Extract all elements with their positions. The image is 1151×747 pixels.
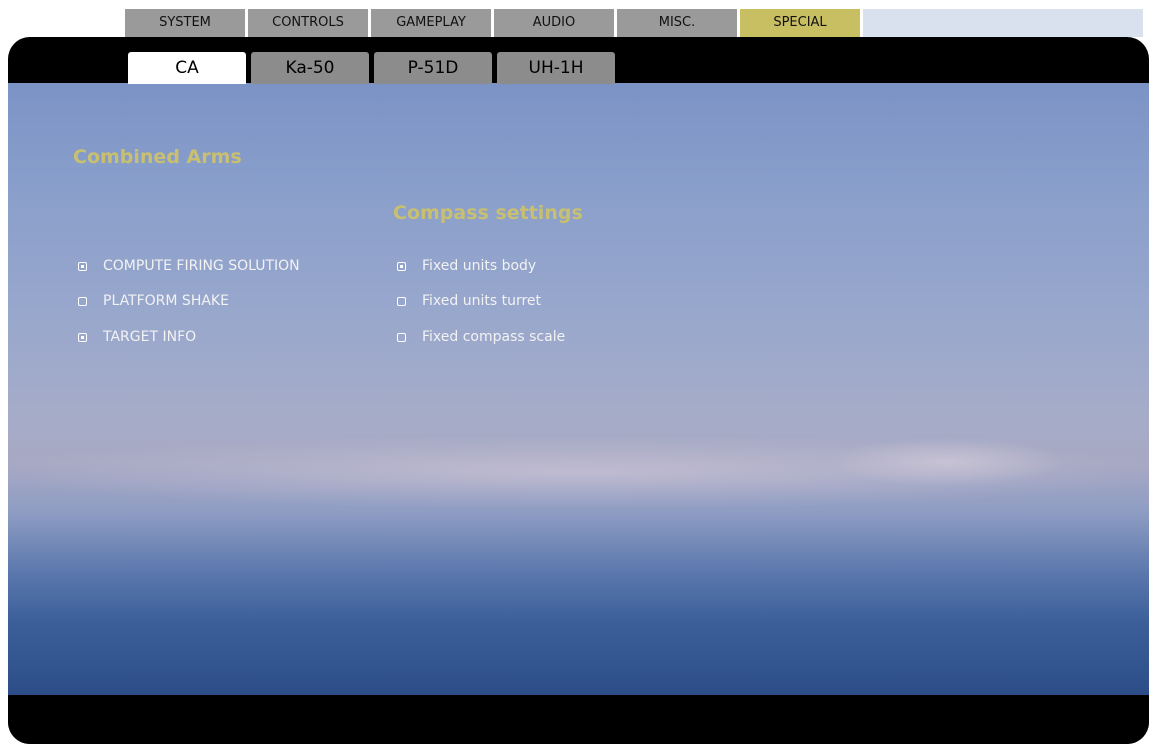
tab-controls[interactable]: CONTROLS	[248, 9, 368, 37]
sky-background	[8, 83, 1149, 695]
tab-p-51d[interactable]: P-51D	[374, 52, 492, 84]
checkbox-unchecked-icon[interactable]	[78, 296, 87, 306]
checkbox-unchecked-icon[interactable]	[397, 332, 406, 342]
compass-settings-title: Compass settings	[393, 202, 583, 224]
option-fixed-units-turret[interactable]: Fixed units turret	[397, 293, 541, 309]
option-label: PLATFORM SHAKE	[103, 293, 229, 309]
option-fixed-compass-scale[interactable]: Fixed compass scale	[397, 329, 565, 345]
option-label: Fixed compass scale	[422, 329, 566, 345]
option-label: TARGET INFO	[103, 329, 197, 345]
option-compute-firing-solution[interactable]: COMPUTE FIRING SOLUTION	[78, 258, 300, 274]
tab-ca[interactable]: CA	[128, 52, 246, 84]
section-title: Combined Arms	[73, 146, 242, 168]
tab-uh-1h[interactable]: UH-1H	[497, 52, 615, 84]
options-panel	[8, 37, 1149, 744]
top-bar-empty-area	[863, 9, 1143, 37]
main-tab-bar: SYSTEM CONTROLS GAMEPLAY AUDIO MISC. SPE…	[125, 9, 863, 37]
tab-ka-50[interactable]: Ka-50	[251, 52, 369, 84]
checkbox-unchecked-icon[interactable]	[397, 296, 406, 306]
option-platform-shake[interactable]: PLATFORM SHAKE	[78, 293, 229, 309]
bottom-bar	[8, 695, 1149, 744]
checkbox-checked-icon[interactable]	[397, 261, 406, 271]
tab-gameplay[interactable]: GAMEPLAY	[371, 9, 491, 37]
tab-audio[interactable]: AUDIO	[494, 9, 614, 37]
option-label: Fixed units body	[422, 258, 537, 274]
checkbox-checked-icon[interactable]	[78, 332, 87, 342]
option-label: Fixed units turret	[422, 293, 542, 309]
tab-misc[interactable]: MISC.	[617, 9, 737, 37]
module-tab-bar: CA Ka-50 P-51D UH-1H	[128, 52, 620, 84]
option-label: COMPUTE FIRING SOLUTION	[103, 258, 300, 274]
checkbox-checked-icon[interactable]	[78, 261, 87, 271]
tab-special[interactable]: SPECIAL	[740, 9, 860, 37]
cloud-haze-bright	[828, 437, 1068, 487]
option-target-info[interactable]: TARGET INFO	[78, 329, 196, 345]
tab-system[interactable]: SYSTEM	[125, 9, 245, 37]
option-fixed-units-body[interactable]: Fixed units body	[397, 258, 536, 274]
